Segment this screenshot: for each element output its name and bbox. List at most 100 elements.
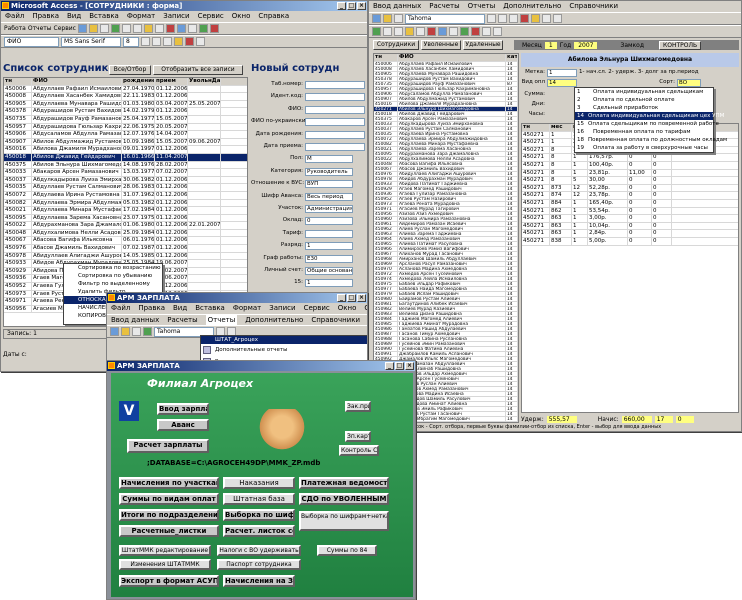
form-field[interactable]: Общие основания [305,267,353,275]
context-menu-item[interactable]: Сортировка по возрастанию [64,264,162,272]
print-icon[interactable] [132,327,141,336]
font-combo[interactable]: MS Sans Serif [61,36,121,47]
underline-icon[interactable] [509,14,518,23]
undo-icon[interactable] [154,24,164,33]
table-row[interactable]: 450907 Абилов Абдулмажид Рустамович 10.09.… [4,138,247,147]
save-icon[interactable] [383,14,392,23]
menu-item[interactable]: Отчеты [468,1,496,12]
card-button[interactable]: Зп.карт. [345,431,371,442]
form-field[interactable] [305,229,353,238]
form-field[interactable] [305,105,365,114]
print-icon[interactable] [394,14,403,23]
menu-item[interactable]: Окно [338,303,357,314]
vid-opl-field[interactable]: 14 [547,79,577,87]
menu-item[interactable]: Вставка [89,11,119,22]
column-header[interactable]: тн [4,78,32,85]
payment-row[interactable]: 450271 874 12 23,78р. 0 0 [522,192,738,200]
form-field[interactable]: 1 [305,279,353,288]
menu-item[interactable]: Справка [364,303,367,314]
table-row[interactable]: 450082Абдуллаева Эрмира Абдулмажидовна05… [4,199,247,208]
form-field[interactable]: 1 [305,242,353,251]
fill-color-icon[interactable] [531,14,540,23]
sort-field[interactable]: ВО [677,79,701,87]
minimize-icon[interactable]: _ [337,294,346,302]
salary-input-button[interactable]: Ввод зарплаты [157,403,209,415]
form-field[interactable]: Весь период [305,192,353,201]
year-field[interactable]: 2007 [574,41,598,49]
table-row[interactable]: 450035 Абдуллаев Рустам Салманович 28.06.1… [4,184,247,192]
table-row[interactable]: 450375Абилов Эльнура Шихмагомедовна14.08… [4,161,247,170]
form-field[interactable]: ВУП [305,180,353,189]
menu-item[interactable]: Правка [32,11,59,22]
toolbar-reports-menu[interactable]: Отчеты [28,25,52,32]
menu-item[interactable]: Отчеты [205,315,238,325]
payment-row[interactable]: 450271 8 1 100,40р. 0 0 [522,161,738,170]
form-field[interactable] [305,130,365,139]
italic-icon[interactable] [498,14,507,23]
menu-item[interactable]: Правка [138,303,165,314]
table-row[interactable]: 450378 Абдурашидов Рустам Вахидович 14.02.… [4,108,247,116]
table-row[interactable]: 450978 Абидуллаев Алигаджи Ашурович 14.05.… [4,252,247,261]
close-icon[interactable]: × [405,362,414,370]
find-icon[interactable] [449,27,458,36]
column-header[interactable]: ФИО [398,54,506,61]
menu-item[interactable]: Справочники [569,1,618,12]
dropdown-option[interactable]: 16 Повременная оплата по тарифам [575,128,713,136]
table-row[interactable]: 450016 Абилова Джамиля Мурадхановна 09.01.… [4,146,247,154]
payment-row[interactable]: 450271 8 1 176,57р. 0 0 [522,154,738,162]
paste-icon[interactable] [143,24,153,33]
dropdown-option[interactable]: 3 Сдельный приработок [575,104,713,112]
table-row[interactable]: 450957Абдурашидова Гюльзар Кахримановна2… [4,123,247,132]
context-menu-item[interactable]: Сортировка по убыванию [64,272,162,280]
table-row[interactable]: 450095 Абдуллаева Зарема Хасановна 23.07.1… [4,214,247,223]
open-icon[interactable] [110,327,119,336]
payment-row[interactable]: 450271 873 12 52,28р. 0 0 [522,184,738,193]
staff-changes-button[interactable]: Изменения ШТАТММК [119,559,211,570]
accruals-by-site-button[interactable]: Начисления по участкам [119,477,219,489]
sdo-dismissed-button[interactable]: СДО по УВОЛЕННЫМ [299,493,389,505]
new-record-icon[interactable] [460,27,469,36]
advance-button[interactable]: Аванс [157,419,209,431]
menu-item[interactable]: Справка [258,11,289,22]
order-button[interactable]: Зак.прик [345,401,371,412]
selection-by-codes-button[interactable]: Выборка по шифрам [223,509,295,521]
dropdown-option[interactable]: 19 Оплата за работу в сверхурочные часы [575,144,713,152]
font-color-icon[interactable] [520,14,529,23]
tab-deleted[interactable]: Удаленные [463,40,503,50]
menu-item[interactable]: Ввод данных [111,315,159,325]
form-field[interactable]: М [305,155,353,164]
paste-icon[interactable] [405,27,414,36]
table-row[interactable]: 450072 Абдулаева Ирина Рустамовна 31.07.19… [4,191,247,200]
menu-item[interactable]: Вид [67,11,81,22]
form-field[interactable]: Руководитель [305,167,353,176]
dropdown-option[interactable]: 14 Оплата индивидуальная сдельщикам цех У… [575,112,724,120]
table-row[interactable]: 450735 Абдурашидов Рауф Рамазанович 25.04.… [4,115,247,124]
taxes-withhold-button[interactable]: Налоги с ВО удерживать [217,545,301,556]
delete-record-icon[interactable] [209,24,219,33]
menu-item[interactable]: Сервис [304,303,330,314]
filter-icon[interactable] [438,27,447,36]
payslips-button[interactable]: Расчетные_листки [119,525,219,537]
export-asup-button[interactable]: Экспорт в формат АСУП [119,575,219,587]
totals-by-division-button[interactable]: Итоги по подразделениям [119,509,219,521]
payment-row[interactable]: 450271 8 5 30,00 0 0 [522,177,738,185]
tab-employees[interactable]: Сотрудники [373,40,419,50]
menu-item[interactable]: Формат [233,303,261,314]
menu-item[interactable]: Сервис [198,11,224,22]
payroll-accruals-button[interactable]: Начисления на ЗП [223,575,295,587]
table-row[interactable]: 450905Абдуллаева Мунавара Рашидовна01.03… [4,100,247,109]
column-header[interactable]: мес [550,124,572,131]
italic-icon[interactable] [152,37,161,46]
underline-icon[interactable] [163,37,172,46]
copy-icon[interactable] [394,27,403,36]
employee-passport-button[interactable]: Паспорт сотрудника [217,559,301,570]
new-record-icon[interactable] [198,24,208,33]
form-field[interactable]: Администрация [305,205,353,213]
staff-base-button[interactable]: Штатная база [223,493,295,505]
table-row[interactable]: 450037Абдулкадырова Луиза Эмирхановна30.… [4,176,247,185]
filter-icon[interactable] [176,24,186,33]
calc-salary-button[interactable]: Расчет зарплаты [127,439,209,453]
minimize-icon[interactable]: _ [385,362,394,370]
menu-item[interactable]: Файл [5,11,24,22]
properties-icon[interactable] [482,27,491,36]
